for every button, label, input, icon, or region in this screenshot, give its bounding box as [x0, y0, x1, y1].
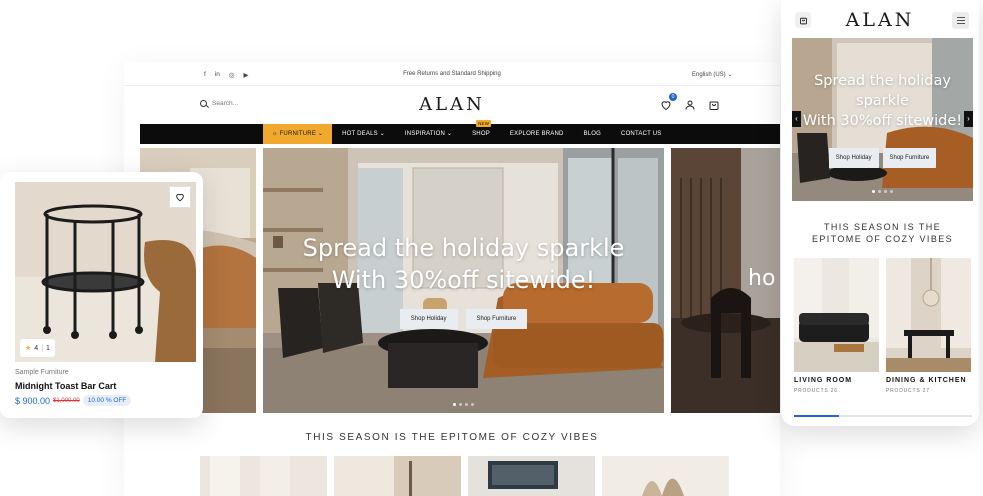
category-image[interactable] — [886, 258, 971, 372]
mobile-hero-title-line2: sparkle — [856, 93, 909, 109]
category-name[interactable]: DINING & KITCHEN — [886, 377, 971, 384]
category-card-living-room[interactable]: LIVING ROOM PRODUCTS 26 — [794, 258, 879, 394]
mobile-hero-slide[interactable]: Spread the holiday sparkle With 30%off s… — [792, 38, 973, 201]
shop-holiday-button[interactable]: Shop Holiday — [399, 309, 458, 329]
hero-pagination — [263, 403, 664, 406]
screenshot-stage: f in ◎ ▶ Free Returns and Standard Shipp… — [0, 0, 983, 496]
hero-slide-next[interactable]: ho — [671, 148, 780, 413]
pagination-dot[interactable] — [459, 403, 462, 406]
chevron-right-icon[interactable]: › — [964, 111, 973, 127]
nav-furniture[interactable]: ☼ FURNITURE ⌄ — [263, 124, 333, 144]
product-category: Sample Furniture — [15, 369, 69, 376]
price-row: $ 900.00 $1,000.00 10.00 % OFF — [15, 395, 132, 406]
new-badge: NEW — [476, 120, 492, 127]
hero-title-line2: With 30%off sitewide! — [331, 266, 596, 294]
pagination-dot[interactable] — [872, 190, 875, 193]
hamburger-menu-icon[interactable] — [952, 12, 969, 29]
mobile-category-list: LIVING ROOM PRODUCTS 26 DINING & KITCHEN… — [794, 258, 971, 394]
mobile-hero-title-line3: With 30%off sitewide! — [802, 113, 963, 129]
rating-badge: ★ 4 | 1 — [20, 339, 55, 357]
mobile-mockup: ALAN Spread the holiday sparkle With 30%… — [781, 0, 979, 426]
hero-title: Spread the holiday sparkle With 30%off s… — [263, 232, 664, 296]
pagination-dot[interactable] — [878, 190, 881, 193]
wishlist-count-badge: 0 — [669, 93, 677, 101]
product-name[interactable]: Midnight Toast Bar Cart — [15, 381, 116, 391]
mobile-section-title-line1: THIS SEASON IS THE — [823, 222, 942, 232]
pagination-dot[interactable] — [471, 403, 474, 406]
pagination-dot[interactable] — [884, 190, 887, 193]
hero-buttons: Shop Holiday Shop Furniture — [263, 309, 664, 329]
star-icon: ★ — [25, 345, 32, 352]
mobile-hero-title-line1: Spread the holiday — [814, 73, 951, 89]
site-header: Search... ALAN 0 — [124, 86, 780, 124]
category-thumbnail[interactable] — [334, 456, 461, 496]
nav-shop[interactable]: NEW SHOP — [462, 120, 500, 144]
nav-inspiration[interactable]: INSPIRATION ⌄ — [395, 124, 462, 144]
mobile-shop-holiday-button[interactable]: Shop Holiday — [828, 148, 879, 168]
heart-icon — [176, 193, 184, 202]
shop-furniture-button[interactable]: Shop Furniture — [465, 309, 528, 329]
mobile-logo[interactable]: ALAN — [781, 9, 979, 31]
header-icons: 0 — [660, 93, 720, 111]
mobile-hero-buttons: Shop Holiday Shop Furniture — [792, 148, 973, 168]
nav-contact[interactable]: CONTACT US — [611, 124, 671, 144]
category-thumbnail[interactable] — [602, 456, 729, 496]
mobile-section-title: THIS SEASON IS THE EPITOME OF COZY VIBES — [792, 221, 973, 245]
wishlist-heart-icon[interactable]: 0 — [660, 93, 677, 111]
nav-explore-brand[interactable]: EXPLORE BRAND — [500, 124, 574, 144]
original-price: $1,000.00 — [53, 397, 80, 404]
carousel-progress-bar[interactable] — [794, 415, 972, 417]
next-slide-title-peek: ho — [748, 266, 776, 291]
add-to-wishlist-button[interactable] — [169, 186, 191, 208]
discount-badge: 10.00 % OFF — [82, 395, 132, 406]
pagination-dot[interactable] — [465, 403, 468, 406]
product-image[interactable] — [15, 182, 196, 362]
mobile-hero-title: Spread the holiday sparkle With 30%off s… — [792, 71, 973, 131]
hero-title-line1: Spread the holiday sparkle — [302, 234, 625, 262]
mobile-hero-pagination — [792, 190, 973, 193]
rating-divider: | — [41, 344, 44, 352]
rating-value: 4 — [34, 344, 39, 352]
category-thumbnail[interactable] — [200, 456, 327, 496]
desktop-mockup: f in ◎ ▶ Free Returns and Standard Shipp… — [124, 62, 780, 496]
category-card-dining-kitchen[interactable]: DINING & KITCHEN PRODUCTS 27 — [886, 258, 971, 394]
category-thumbnail[interactable] — [468, 456, 595, 496]
language-selector[interactable]: English (US) ⌄ — [692, 71, 732, 78]
mobile-shop-furniture-button[interactable]: Shop Furniture — [882, 148, 937, 168]
section-title: THIS SEASON IS THE EPITOME OF COZY VIBES — [305, 432, 599, 443]
nav-blog[interactable]: BLOG — [574, 124, 611, 144]
product-price: $ 900.00 — [15, 395, 51, 406]
category-thumbnails — [200, 456, 729, 496]
carousel-progress-fill — [794, 415, 839, 417]
nav-hot-deals[interactable]: HOT DEALS ⌄ — [332, 124, 395, 144]
chevron-left-icon[interactable]: ‹ — [792, 111, 801, 127]
pagination-dot[interactable] — [453, 403, 456, 406]
hero-slide-main[interactable]: Spread the holiday sparkle With 30%off s… — [263, 148, 664, 413]
category-name[interactable]: LIVING ROOM — [794, 377, 879, 384]
nav-shop-label: SHOP — [472, 131, 490, 137]
main-navigation: ☼ FURNITURE ⌄ HOT DEALS ⌄ INSPIRATION ⌄ … — [140, 120, 780, 144]
review-count: 1 — [46, 344, 50, 352]
category-image[interactable] — [794, 258, 879, 372]
category-count: PRODUCTS 27 — [886, 388, 930, 394]
account-user-icon[interactable] — [684, 98, 696, 110]
pagination-dot[interactable] — [890, 190, 893, 193]
top-bar: f in ◎ ▶ Free Returns and Standard Shipp… — [124, 62, 780, 86]
mobile-section-title-line2: EPITOME OF COZY VIBES — [811, 234, 954, 244]
category-count: PRODUCTS 26 — [794, 388, 838, 394]
cart-bag-icon[interactable] — [708, 98, 720, 110]
product-card[interactable]: ★ 4 | 1 Sample Furniture Midnight Toast … — [0, 172, 203, 418]
promo-text: Free Returns and Standard Shipping — [403, 71, 501, 77]
